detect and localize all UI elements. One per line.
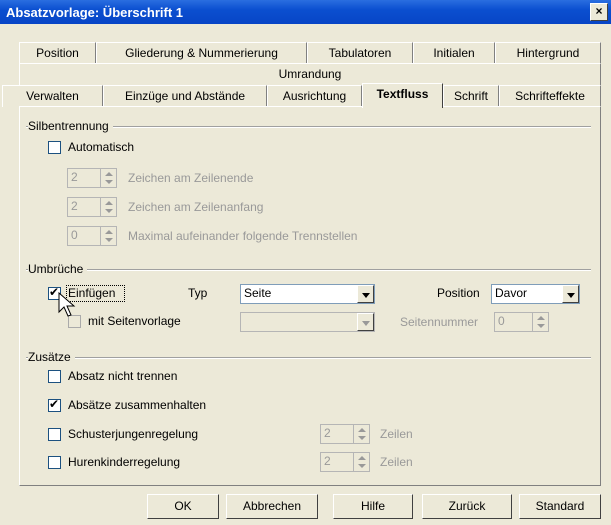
hurenkinder-unit: Zeilen [380, 455, 413, 469]
seitenvorlage-select[interactable] [240, 312, 375, 332]
zusammenhalten-checkbox[interactable] [48, 397, 61, 412]
zeilenanfang-label: Zeichen am Zeilenanfang [128, 200, 264, 214]
chevron-down-icon[interactable] [357, 313, 374, 331]
tab-tabulatoren[interactable]: Tabulatoren [307, 42, 413, 64]
nicht-trennen-label: Absatz nicht trennen [68, 369, 178, 383]
position-value: Davor [495, 286, 528, 300]
position-select[interactable]: Davor [491, 284, 580, 304]
hurenkinder-checkbox[interactable] [48, 456, 61, 469]
spin-arrows[interactable] [100, 198, 116, 216]
tab-schrifteffekte[interactable]: Schrifteffekte [499, 85, 601, 107]
spin-arrows[interactable] [100, 227, 116, 245]
mouse-cursor-icon [58, 292, 76, 317]
schusterjungen-value: 2 [324, 426, 331, 440]
zeilenende-label: Zeichen am Zeilenende [128, 171, 254, 185]
automatisch-checkbox[interactable] [48, 141, 61, 154]
cancel-button[interactable]: Abbrechen [226, 494, 318, 519]
standard-button[interactable]: Standard [519, 494, 601, 519]
back-button[interactable]: Zurück [422, 494, 512, 519]
tab-hintergrund[interactable]: Hintergrund [495, 42, 601, 64]
tab-einzuege-abstaende[interactable]: Einzüge und Abstände [103, 85, 267, 107]
section-title-umbrueche: Umbrüche [28, 262, 88, 276]
window-title: Absatzvorlage: Überschrift 1 [6, 5, 183, 20]
close-button[interactable]: × [590, 3, 608, 21]
help-button[interactable]: Hilfe [333, 494, 413, 519]
maximal-spinbox[interactable]: 0 [67, 226, 117, 246]
section-divider [26, 357, 591, 359]
zeilenende-spinbox[interactable]: 2 [67, 168, 117, 188]
schusterjungen-checkbox[interactable] [48, 428, 61, 441]
seitennummer-value: 0 [498, 314, 505, 328]
section-title-zusaetze: Zusätze [28, 350, 75, 364]
seitenvorlage-label: mit Seitenvorlage [88, 314, 181, 328]
zeilenende-value: 2 [71, 170, 78, 184]
tab-ausrichtung[interactable]: Ausrichtung [267, 85, 362, 107]
tab-position[interactable]: Position [19, 42, 96, 64]
spin-arrows[interactable] [100, 169, 116, 187]
ok-button[interactable]: OK [147, 494, 219, 519]
tab-initialen[interactable]: Initialen [413, 42, 495, 64]
schusterjungen-unit: Zeilen [380, 427, 413, 441]
chevron-down-icon[interactable] [357, 285, 374, 303]
typ-select[interactable]: Seite [240, 284, 375, 304]
spin-arrows[interactable] [353, 453, 369, 471]
tab-umrandung[interactable]: Umrandung [19, 63, 601, 85]
schusterjungen-label: Schusterjungenregelung [68, 427, 199, 441]
spin-arrows[interactable] [532, 313, 548, 331]
tab-schrift[interactable]: Schrift [443, 85, 499, 107]
chevron-down-icon[interactable] [562, 285, 579, 303]
seitennummer-spinbox[interactable]: 0 [494, 312, 549, 332]
automatisch-label: Automatisch [68, 140, 135, 154]
paragraph-style-dialog: Absatzvorlage: Überschrift 1 × Position … [0, 0, 611, 525]
position-label: Position [437, 286, 480, 300]
title-bar: Absatzvorlage: Überschrift 1 × [0, 0, 611, 24]
tab-gliederung-nummerierung[interactable]: Gliederung & Nummerierung [96, 42, 307, 64]
schusterjungen-spinbox[interactable]: 2 [320, 424, 370, 444]
hurenkinder-spinbox[interactable]: 2 [320, 452, 370, 472]
tab-verwalten[interactable]: Verwalten [2, 85, 103, 107]
hurenkinder-value: 2 [324, 454, 331, 468]
nicht-trennen-checkbox[interactable] [48, 370, 61, 383]
typ-value: Seite [244, 286, 272, 300]
zeilenanfang-value: 2 [71, 199, 78, 213]
maximal-value: 0 [71, 228, 78, 242]
zusammenhalten-label: Absätze zusammenhalten [68, 398, 207, 412]
maximal-label: Maximal aufeinander folgende Trennstelle… [128, 229, 358, 243]
tab-textfluss[interactable]: Textfluss [362, 83, 443, 108]
section-divider [26, 269, 591, 271]
hurenkinder-label: Hurenkinderregelung [68, 455, 181, 469]
typ-label: Typ [188, 286, 208, 300]
spin-arrows[interactable] [353, 425, 369, 443]
section-title-silbentrennung: Silbentrennung [28, 119, 113, 133]
zeilenanfang-spinbox[interactable]: 2 [67, 197, 117, 217]
seitennummer-label: Seitennummer [400, 315, 479, 329]
